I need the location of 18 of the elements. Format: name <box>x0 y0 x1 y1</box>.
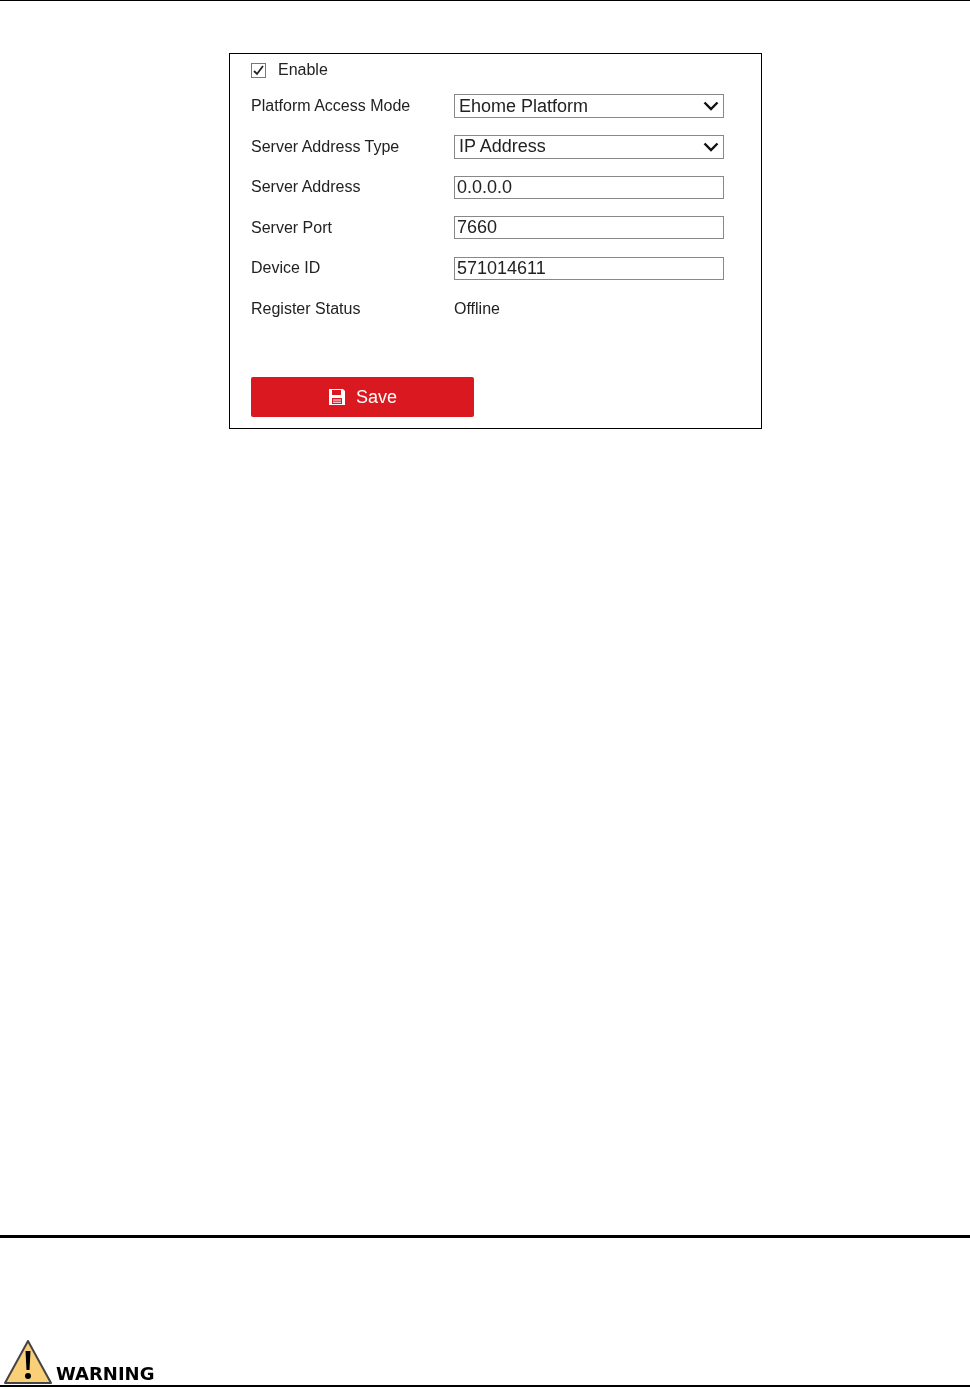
field-label: Server Address <box>251 178 362 197</box>
chevron-down-icon <box>703 141 719 152</box>
field-label: Device ID <box>251 259 322 278</box>
status-value: Offline <box>454 299 500 318</box>
input-field[interactable]: 7660 <box>454 216 724 240</box>
field-label: Platform Access Mode <box>251 97 412 116</box>
chevron-down-icon <box>703 101 719 112</box>
enable-label: Enable <box>278 61 328 79</box>
field-label: Server Port <box>251 218 333 237</box>
field-label: Server Address Type <box>251 137 401 156</box>
input-field[interactable]: 0.0.0.0 <box>454 175 724 199</box>
warning-title: WARNING <box>56 1363 155 1384</box>
enable-checkbox[interactable] <box>251 62 266 78</box>
input-field[interactable]: 571014611 <box>454 256 724 280</box>
field-label: Register Status <box>251 299 362 318</box>
dropdown[interactable]: Ehome Platform <box>454 94 724 119</box>
save-button[interactable]: Save <box>251 377 474 417</box>
dropdown[interactable]: IP Address <box>454 134 724 159</box>
